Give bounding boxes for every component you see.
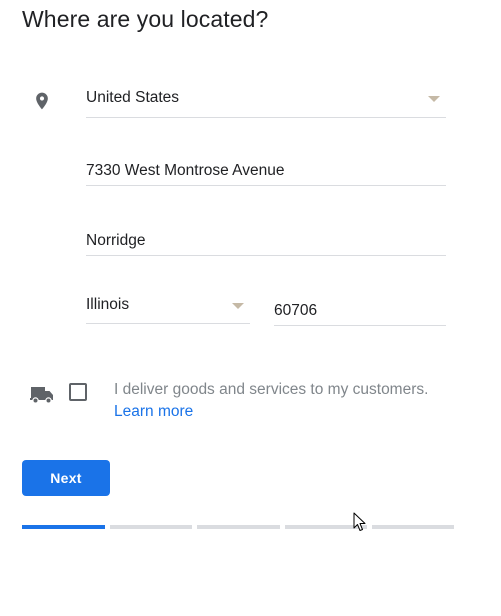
zip-code-value: 60706: [274, 302, 318, 319]
city-value: Norridge: [86, 232, 146, 249]
state-value: Illinois: [86, 296, 130, 313]
country-value: United States: [86, 89, 180, 106]
learn-more-link[interactable]: Learn more: [114, 403, 193, 421]
street-address-field[interactable]: 7330 West Montrose Avenue: [86, 162, 446, 186]
city-field[interactable]: Norridge: [86, 232, 446, 256]
page-title: Where are you located?: [22, 6, 269, 32]
progress-step-1: [22, 525, 105, 529]
country-select[interactable]: United States: [86, 89, 446, 118]
location-pin-icon: [36, 92, 48, 110]
street-address-value: 7330 West Montrose Avenue: [86, 162, 285, 179]
next-button[interactable]: Next: [22, 460, 110, 496]
progress-bar: [22, 525, 454, 529]
mouse-cursor-icon: [353, 512, 366, 531]
zip-code-field[interactable]: 60706: [274, 302, 446, 326]
location-form-page: Where are you located? United States 733…: [0, 0, 501, 616]
delivery-checkbox[interactable]: [69, 383, 87, 401]
delivery-checkbox-label: I deliver goods and services to my custo…: [114, 381, 429, 398]
dropdown-caret-icon: [428, 96, 440, 102]
dropdown-caret-icon: [232, 303, 244, 309]
state-select[interactable]: Illinois: [86, 296, 250, 324]
delivery-truck-icon: [30, 387, 53, 404]
progress-step-5: [372, 525, 454, 529]
progress-step-3: [197, 525, 280, 529]
progress-step-2: [110, 525, 192, 529]
